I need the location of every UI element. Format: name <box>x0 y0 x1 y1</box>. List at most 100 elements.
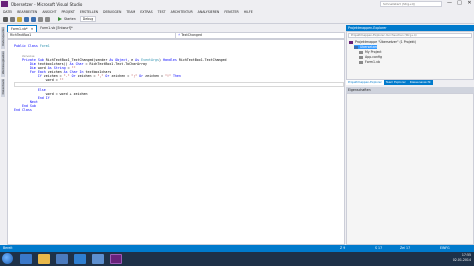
menu-debuggen[interactable]: DEBUGGEN <box>103 10 121 14</box>
tree-item-label: Form1.vb <box>365 60 380 64</box>
panel-tab[interactable]: Team Explorer <box>383 80 408 85</box>
start-button[interactable]: Starten <box>58 17 76 21</box>
code-token: Public Class <box>14 44 40 48</box>
navigation-bar: RichTextBox1 ⚡ TextChanged <box>7 32 345 39</box>
clock-date: 02.01.2014 <box>452 258 471 262</box>
menu-erstellen[interactable]: ERSTELLEN <box>80 10 98 14</box>
event-icon: ⚡ <box>178 33 181 37</box>
solution-explorer-panel: Projektmappen-Explorer durchsuchen (Strg… <box>346 31 474 80</box>
solution-tree-item[interactable]: App.config <box>359 55 382 59</box>
play-icon <box>58 17 62 21</box>
event-select[interactable]: ⚡ TextChanged <box>176 33 344 38</box>
save-icon[interactable] <box>24 16 29 22</box>
code-token: Or <box>69 74 78 78</box>
tab-datasources-label: Datenquellen <box>1 27 5 46</box>
object-select[interactable]: RichTextBox1 <box>8 33 176 38</box>
code-token: word = <box>45 78 60 82</box>
solution-icon <box>349 40 353 44</box>
back-icon[interactable] <box>3 16 8 22</box>
menu-projekt[interactable]: PROJEKT <box>61 10 74 14</box>
file-icon <box>359 55 363 59</box>
menu-fenster[interactable]: FENSTER <box>224 10 238 14</box>
media-player-icon[interactable] <box>56 254 68 264</box>
configuration-select[interactable]: Debug <box>79 16 97 22</box>
editor-area: Form1.vb* ✕ Form1.vb [Entwurf]* RichText… <box>7 25 345 245</box>
toolbar: Starten Debug <box>0 15 474 24</box>
code-token: word = word + zeichen <box>45 92 88 96</box>
solution-tree-item[interactable]: My Project <box>359 50 382 54</box>
left-tool-strip: Datenquellen Werkzeugkasten Datenbank <box>0 25 6 245</box>
panel-tab[interactable]: Klassenansicht <box>407 80 433 85</box>
tab-datasources[interactable]: Datenquellen <box>1 27 5 49</box>
visual-studio-logo-icon <box>1 1 8 7</box>
menu-hilfe[interactable]: HILFE <box>244 10 253 14</box>
code-token: zeichen = <box>77 74 98 78</box>
minimize-button[interactable]: — <box>446 0 453 7</box>
vs-window: Übersetzer - Microsoft Visual Studio Sch… <box>0 0 474 266</box>
title-bar: Übersetzer - Microsoft Visual Studio Sch… <box>0 0 474 8</box>
tab-toolbox-label: Werkzeugkasten <box>1 51 5 75</box>
status-line: Z 9 <box>340 246 346 250</box>
properties-panel <box>346 93 474 245</box>
current-line-highlight <box>14 82 344 87</box>
tab-toolbox[interactable]: Werkzeugkasten <box>1 51 5 77</box>
doc-tab-form1-design[interactable]: Form1.vb [Entwurf]* <box>37 25 75 32</box>
tree-item-label: Projektmappe "Übersetzer" (1 Projekt) <box>355 40 416 44</box>
code-token: Handles <box>162 58 179 62</box>
tree-item-label: My Project <box>365 50 382 54</box>
status-bar: Bereit Z 9 S 17 Zei 17 EINFG <box>0 245 474 252</box>
quick-launch-input[interactable]: Schnellstart (Strg+Q) <box>380 1 442 7</box>
code-token: RichTextBox1.TextChanged <box>178 58 227 62</box>
solution-tree-item[interactable]: Projektmappe "Übersetzer" (1 Projekt) <box>349 40 416 44</box>
right-panel: Projektmappen-Explorer Projektmappen-Exp… <box>346 25 474 245</box>
tree-item-label: App.config <box>365 55 382 59</box>
code-line: End Class <box>14 108 32 112</box>
window-title: Übersetzer - Microsoft Visual Studio <box>11 1 83 7</box>
code-token: zeichen = <box>111 74 132 78</box>
open-folder-icon[interactable] <box>17 16 22 22</box>
panel-tab[interactable]: Projektmappen-Explorer <box>346 80 384 85</box>
menu-datei[interactable]: DATEI <box>3 10 12 14</box>
code-editor[interactable]: Public Class Form1 Verweise Private Sub … <box>7 39 345 245</box>
menu-architektur[interactable]: ARCHITEKTUR <box>171 10 193 14</box>
code-token: End If <box>37 96 50 100</box>
menu-analysieren[interactable]: ANALYSIEREN <box>198 10 220 14</box>
solution-tree-item[interactable]: Form1.vb <box>359 60 380 64</box>
menu-test[interactable]: TEST <box>158 10 166 14</box>
status-ready: Bereit <box>3 246 13 250</box>
system-tray: 17:55 02.01.2014 <box>453 253 471 263</box>
solution-tree-item[interactable]: Übersetzer <box>354 45 378 49</box>
menu-bearbeiten[interactable]: BEARBEITEN <box>17 10 37 14</box>
file-explorer-icon[interactable] <box>38 254 50 264</box>
tab-database-label: Datenbank <box>1 79 5 95</box>
solution-explorer-search-input[interactable]: Projektmappen-Explorer durchsuchen (Strg… <box>348 33 472 38</box>
code-token: = RichTextBox1.Text.ToCharArray <box>85 62 148 66</box>
save-all-icon[interactable] <box>31 16 36 22</box>
code-token: zeichen = <box>145 74 165 78</box>
doc-tab-form1-code[interactable]: Form1.vb* ✕ <box>7 25 38 32</box>
network-icon[interactable] <box>74 254 86 264</box>
menu-ansicht[interactable]: ANSICHT <box>42 10 56 14</box>
app-icon[interactable] <box>92 254 104 264</box>
close-button[interactable]: ✕ <box>466 0 473 7</box>
status-insert-mode: EINFG <box>440 246 450 250</box>
code-token: "" <box>59 78 64 82</box>
redo-icon[interactable] <box>45 16 50 22</box>
visual-studio-taskbar-icon[interactable] <box>110 254 122 264</box>
menu-team[interactable]: TEAM <box>126 10 135 14</box>
code-token: End Class <box>14 108 32 112</box>
event-select-label: TextChanged <box>181 33 202 37</box>
internet-explorer-icon[interactable] <box>20 254 32 264</box>
file-icon <box>359 60 363 64</box>
forward-icon[interactable] <box>10 16 15 22</box>
menu-extras[interactable]: EXTRAS <box>140 10 152 14</box>
maximize-button[interactable]: □ <box>456 0 463 7</box>
panel-tabs: Projektmappen-Explorer Team Explorer Klass… <box>346 80 474 85</box>
start-button-icon[interactable] <box>2 253 13 264</box>
code-token: Or <box>137 74 146 78</box>
file-icon <box>359 50 363 54</box>
tree-item-label: Übersetzer <box>360 45 378 49</box>
undo-icon[interactable] <box>38 16 43 22</box>
tab-database[interactable]: Datenbank <box>1 79 5 97</box>
project-icon <box>354 45 358 49</box>
